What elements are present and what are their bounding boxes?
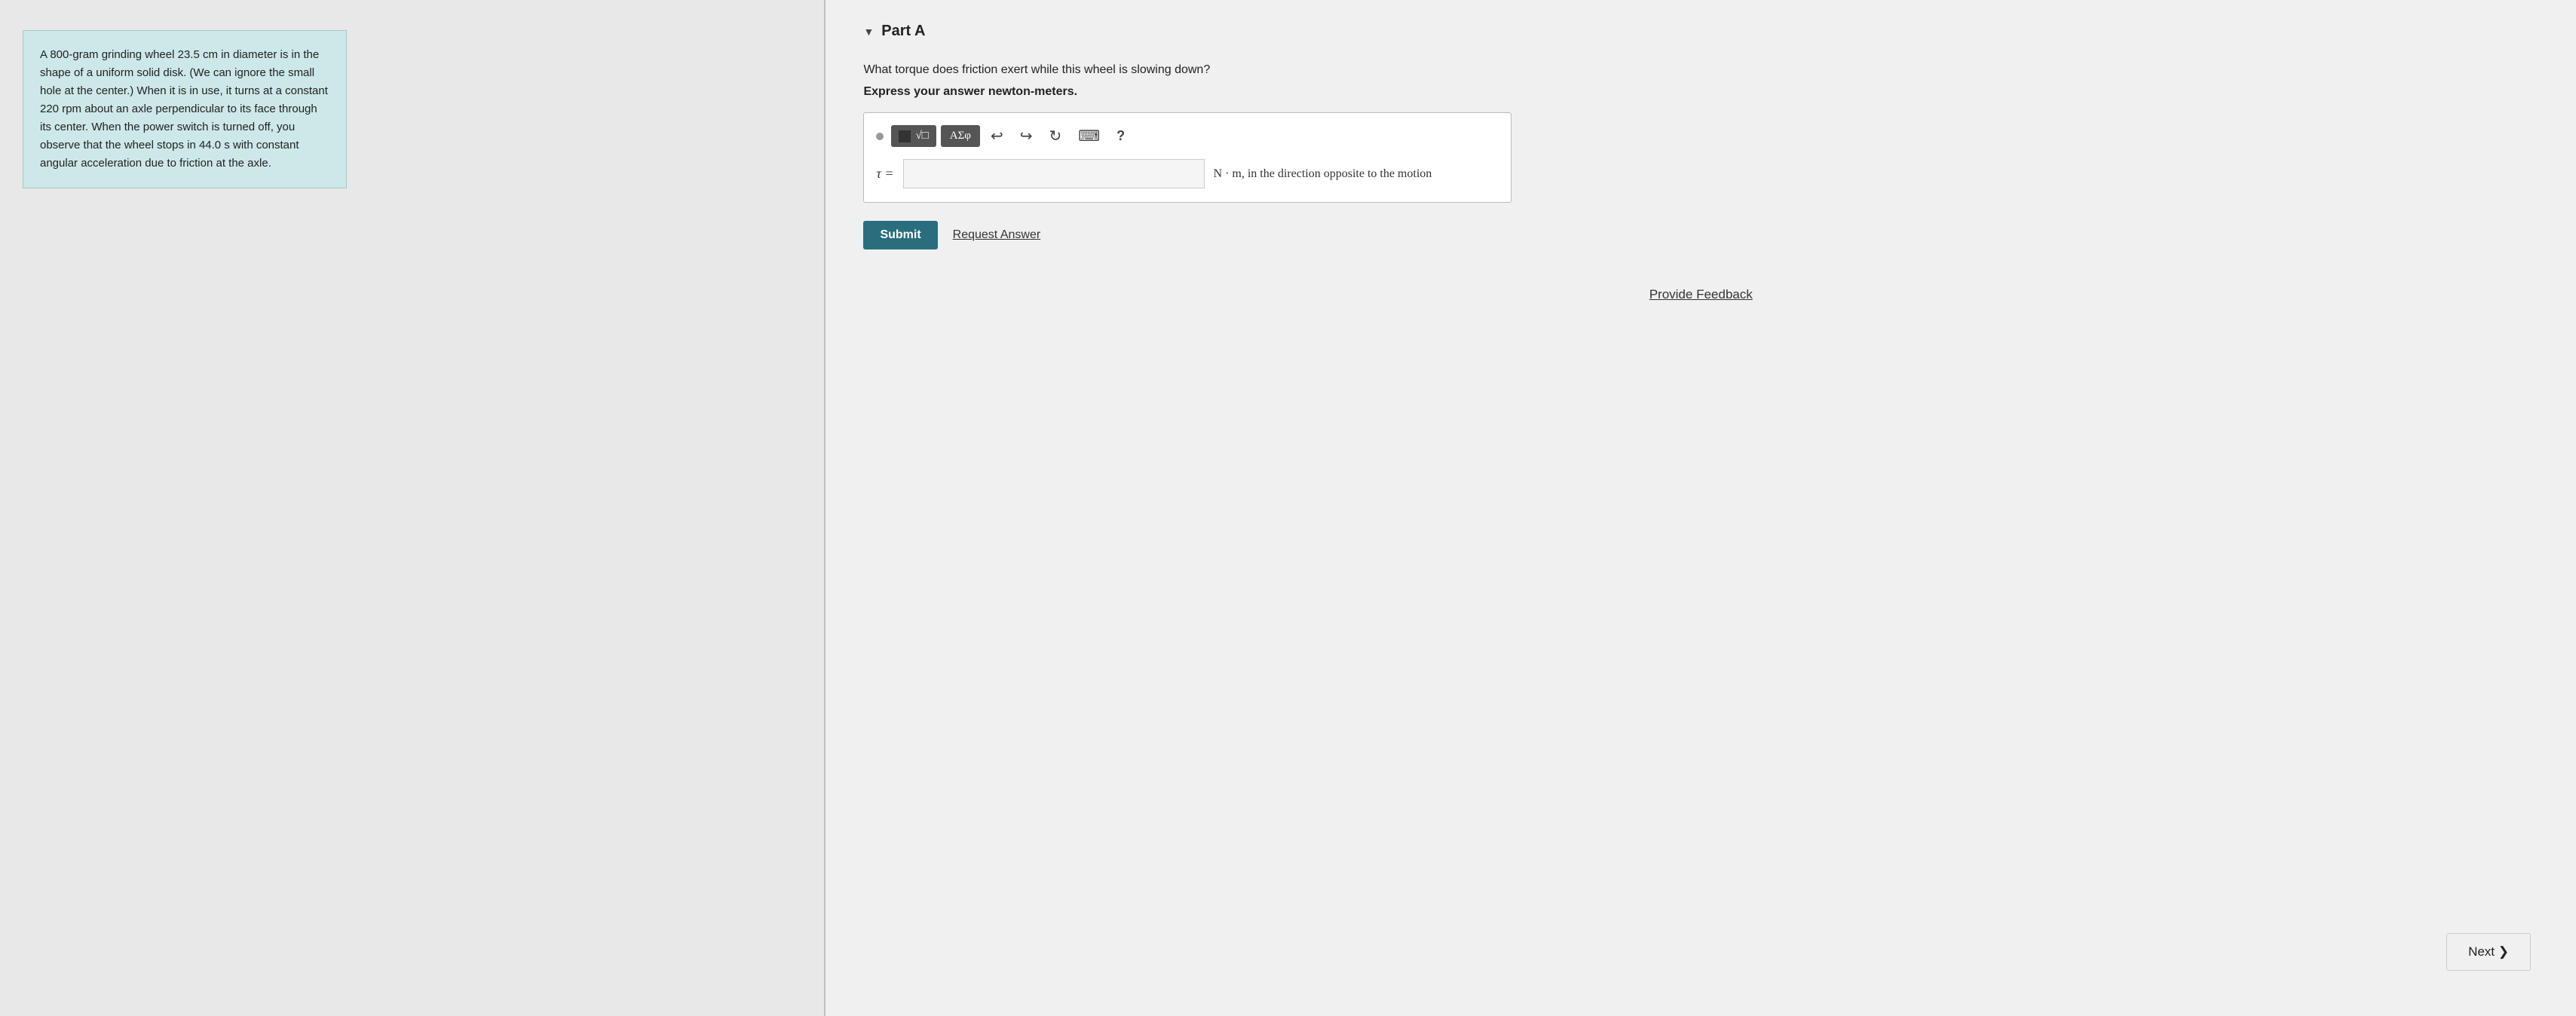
greek-label: ΑΣφ: [950, 130, 971, 142]
answer-input[interactable]: [903, 159, 1205, 188]
help-icon: ?: [1116, 128, 1125, 144]
undo-icon: ↩: [991, 127, 1003, 145]
undo-button[interactable]: ↩: [985, 124, 1009, 148]
tau-label: τ =: [876, 166, 893, 182]
math-symbol-button[interactable]: √□: [891, 125, 936, 147]
collapse-arrow-icon[interactable]: ▼: [863, 26, 874, 38]
keyboard-button[interactable]: ⌨: [1072, 124, 1106, 148]
sqrt-icon: √□: [915, 130, 928, 142]
answer-area: √□ ΑΣφ ↩ ↪ ↻ ⌨ ?: [863, 112, 1512, 203]
answer-instruction: Express your answer newton-meters.: [863, 85, 2538, 99]
help-button[interactable]: ?: [1110, 125, 1131, 147]
keyboard-icon: ⌨: [1078, 127, 1100, 145]
submit-button[interactable]: Submit: [863, 221, 937, 249]
checkbox-icon: [899, 130, 911, 142]
submit-label: Submit: [880, 228, 920, 241]
toolbar-dot-indicator: [876, 133, 884, 140]
question-text: What torque does friction exert while th…: [863, 61, 2538, 79]
unit-label: N · m, in the direction opposite to the …: [1214, 167, 1432, 181]
request-answer-button[interactable]: Request Answer: [953, 228, 1041, 242]
redo-button[interactable]: ↪: [1014, 124, 1039, 148]
problem-text: A 800-gram grinding wheel 23.5 cm in dia…: [40, 48, 328, 170]
right-panel: ▼ Part A What torque does friction exert…: [825, 0, 2576, 1016]
next-label: Next ❯: [2468, 944, 2509, 959]
next-button[interactable]: Next ❯: [2446, 933, 2531, 971]
input-row: τ = N · m, in the direction opposite to …: [876, 159, 1499, 188]
part-label: Part A: [881, 23, 925, 40]
part-header: ▼ Part A: [863, 23, 2538, 40]
provide-feedback-button[interactable]: Provide Feedback: [863, 287, 2538, 302]
greek-symbol-button[interactable]: ΑΣφ: [941, 125, 980, 147]
provide-feedback-label: Provide Feedback: [1649, 287, 1753, 301]
redo-icon: ↪: [1020, 127, 1033, 145]
refresh-icon: ↻: [1049, 127, 1062, 145]
left-panel: A 800-gram grinding wheel 23.5 cm in dia…: [0, 0, 824, 1016]
math-toolbar: √□ ΑΣφ ↩ ↪ ↻ ⌨ ?: [876, 124, 1499, 148]
reset-button[interactable]: ↻: [1043, 124, 1068, 148]
problem-box: A 800-gram grinding wheel 23.5 cm in dia…: [23, 30, 347, 188]
actions-row: Submit Request Answer: [863, 221, 2538, 249]
request-answer-label: Request Answer: [953, 228, 1041, 241]
